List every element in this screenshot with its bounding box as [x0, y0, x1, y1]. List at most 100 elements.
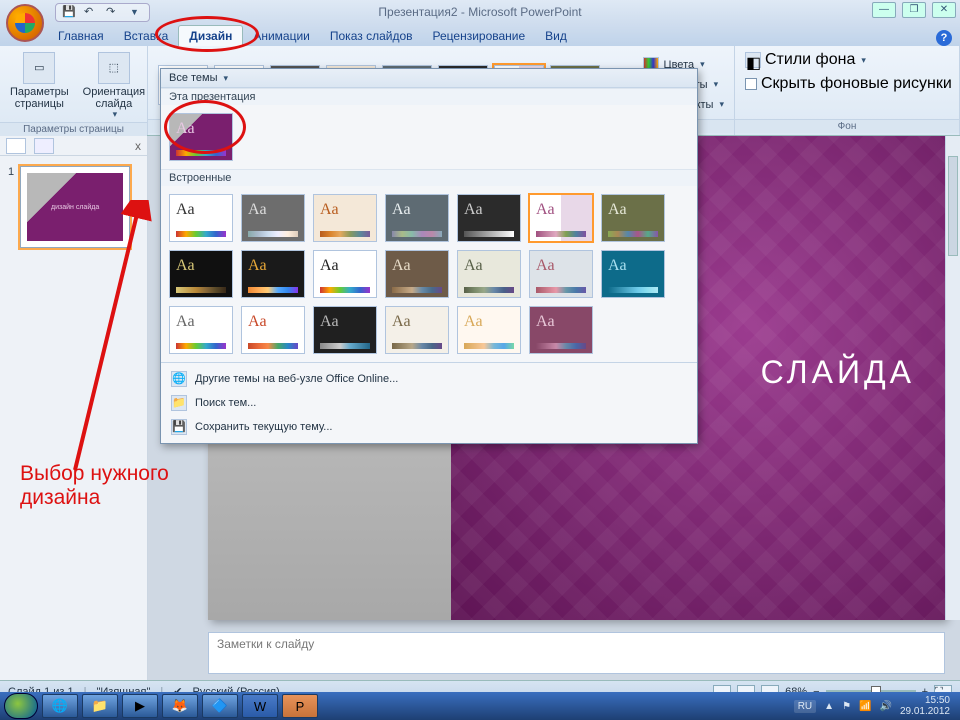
taskbar-word-icon[interactable]: W — [242, 694, 278, 718]
thumb-preview: дизайн слайда — [27, 173, 123, 241]
theme-sample-text: Aa — [392, 257, 411, 275]
save-current-theme[interactable]: 💾Сохранить текущую тему... — [161, 415, 697, 439]
taskbar-ie-icon[interactable]: 🌐 — [42, 694, 78, 718]
theme-item[interactable]: Aa — [601, 250, 665, 298]
theme-sample-text: Aa — [248, 201, 267, 219]
taskbar-powerpoint-icon[interactable]: P — [282, 694, 318, 718]
tray-volume-icon[interactable]: 🔊 — [879, 701, 891, 712]
tab-slideshow[interactable]: Показ слайдов — [320, 26, 423, 46]
theme-item[interactable]: Aa — [529, 250, 593, 298]
gallery-header[interactable]: Все темы▾ — [161, 69, 697, 88]
theme-swatch — [536, 343, 586, 349]
theme-swatch — [464, 231, 514, 237]
background-styles-button[interactable]: ◧Стили фона▾ — [741, 50, 870, 70]
theme-item[interactable]: Aa — [457, 250, 521, 298]
minimize-button[interactable]: — — [872, 2, 896, 18]
theme-item[interactable]: Aa — [313, 250, 377, 298]
theme-item[interactable]: Aa — [169, 306, 233, 354]
theme-item[interactable]: Aa — [457, 306, 521, 354]
theme-item[interactable]: Aa — [169, 250, 233, 298]
theme-item[interactable]: Aa — [457, 194, 521, 242]
save-icon: 💾 — [171, 419, 187, 435]
theme-item[interactable]: Aa — [313, 194, 377, 242]
theme-sample-text: Aa — [536, 257, 555, 275]
qat-dropdown-icon[interactable]: ▼ — [130, 7, 139, 17]
gallery-section-this: Эта презентация — [161, 88, 697, 105]
theme-item[interactable]: Aa — [385, 194, 449, 242]
tab-review[interactable]: Рецензирование — [423, 26, 536, 46]
theme-item[interactable]: Aa — [385, 250, 449, 298]
notes-pane[interactable]: Заметки к слайду — [208, 632, 945, 674]
theme-sample-text: Aa — [320, 201, 339, 219]
tray-action-center-icon[interactable]: ⚑ — [842, 701, 851, 712]
theme-sample-text: Aa — [536, 201, 555, 219]
gallery-section-builtin: Встроенные — [161, 169, 697, 186]
theme-item[interactable]: Aa — [169, 194, 233, 242]
taskbar-explorer-icon[interactable]: 📁 — [82, 694, 118, 718]
slide-number: 1 — [8, 166, 14, 248]
theme-sample-text: Aa — [320, 257, 339, 275]
theme-item[interactable]: Aa — [313, 306, 377, 354]
close-button[interactable]: ✕ — [932, 2, 956, 18]
tray-clock[interactable]: 15:50 29.01.2012 — [900, 695, 950, 717]
theme-swatch — [176, 343, 226, 349]
theme-swatch — [464, 343, 514, 349]
theme-swatch — [176, 231, 226, 237]
theme-item[interactable]: Aa — [529, 194, 593, 242]
theme-swatch — [248, 231, 298, 237]
close-panel-icon[interactable]: x — [135, 139, 141, 153]
theme-sample-text: Aa — [176, 257, 195, 275]
browse-themes[interactable]: 📁Поиск тем... — [161, 391, 697, 415]
tab-view[interactable]: Вид — [535, 26, 577, 46]
tab-home[interactable]: Главная — [48, 26, 114, 46]
vertical-scrollbar[interactable] — [945, 136, 960, 620]
theme-item[interactable]: Aa — [241, 250, 305, 298]
redo-icon[interactable]: ↷ — [106, 5, 120, 19]
tray-flag-icon[interactable]: ▲ — [824, 701, 834, 712]
more-themes-online[interactable]: 🌐Другие темы на веб-узле Office Online..… — [161, 367, 697, 391]
theme-item[interactable]: Aa — [241, 306, 305, 354]
globe-icon: 🌐 — [171, 371, 187, 387]
theme-item[interactable]: Aa — [529, 306, 593, 354]
tab-animations[interactable]: Анимации — [243, 26, 320, 46]
tab-design[interactable]: Дизайн — [178, 25, 243, 46]
maximize-button[interactable]: ❐ — [902, 2, 926, 18]
save-icon[interactable]: 💾 — [62, 5, 76, 19]
checkbox-icon — [745, 78, 757, 90]
start-button[interactable] — [4, 693, 38, 719]
tray-network-icon[interactable]: 📶 — [859, 701, 871, 712]
theme-item[interactable]: Aa — [385, 306, 449, 354]
theme-sample-text: Aa — [320, 313, 339, 331]
theme-swatch — [320, 231, 370, 237]
theme-sample-text: Aa — [464, 257, 483, 275]
theme-item[interactable]: Aa — [601, 194, 665, 242]
theme-sample-text: Aa — [608, 257, 627, 275]
orientation-icon: ⬚ — [98, 52, 130, 84]
slide-thumbnail[interactable]: дизайн слайда — [20, 166, 130, 248]
slides-tab-icon[interactable] — [6, 138, 26, 154]
office-button[interactable] — [6, 4, 44, 42]
theme-item[interactable]: Aa — [241, 194, 305, 242]
taskbar-mediaplayer-icon[interactable]: ▶ — [122, 694, 158, 718]
undo-icon[interactable]: ↶ — [84, 5, 98, 19]
theme-swatch — [608, 287, 658, 293]
theme-sample-text: Aa — [248, 313, 267, 331]
help-icon[interactable]: ? — [936, 30, 952, 46]
windows-taskbar: 🌐 📁 ▶ 🦊 🔷 W P RU ▲ ⚑ 📶 🔊 15:50 29.01.201… — [0, 692, 960, 720]
theme-swatch — [536, 287, 586, 293]
taskbar-firefox-icon[interactable]: 🦊 — [162, 694, 198, 718]
theme-swatch — [176, 287, 226, 293]
slide-orientation-button[interactable]: ⬚ Ориентация слайда ▾ — [79, 50, 149, 122]
outline-tab-icon[interactable] — [34, 138, 54, 154]
page-setup-button[interactable]: ▭ Параметры страницы — [6, 50, 73, 112]
theme-item-current[interactable]: Aa — [169, 113, 233, 161]
theme-sample-text: Aa — [392, 313, 411, 331]
taskbar-app-icon[interactable]: 🔷 — [202, 694, 238, 718]
group-background-label: Фон — [735, 119, 959, 133]
hide-bg-checkbox[interactable]: Скрыть фоновые рисунки — [741, 74, 956, 94]
tray-language[interactable]: RU — [794, 700, 816, 713]
theme-sample-text: Aa — [176, 313, 195, 331]
themes-gallery: Все темы▾ Эта презентация Aa Встроенные … — [160, 68, 698, 444]
theme-sample-text: Aa — [248, 257, 267, 275]
tab-insert[interactable]: Вставка — [114, 26, 179, 46]
